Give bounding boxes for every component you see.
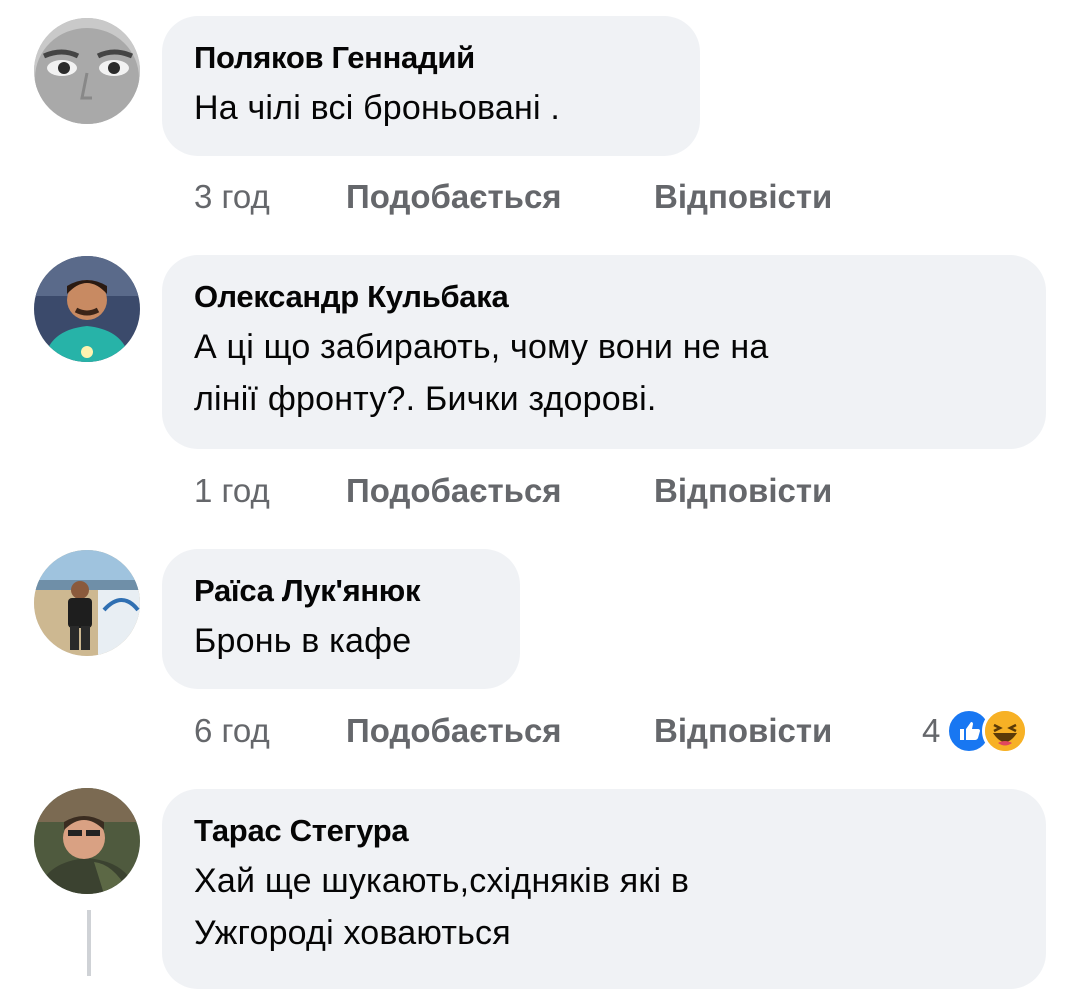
avatar-image (34, 550, 140, 656)
comment-author[interactable]: Тарас Стегура (194, 811, 1012, 851)
avatar-image (34, 18, 140, 124)
comment-text-line: Ужгороді ховаються (194, 914, 511, 952)
comment-text: А ці що забирають, чому вони не на лінії… (194, 321, 1012, 425)
comment-actions: 1 год Подобається Відповісти (194, 466, 832, 516)
reply-button[interactable]: Відповісти (654, 178, 832, 216)
avatar-image (34, 256, 140, 362)
comment-bubble: Поляков Геннадий На чілі всі броньовані … (162, 16, 700, 156)
comment-actions: 6 год Подобається Відповісти (194, 706, 832, 756)
comment-text: Хай ще шукають,східняків які в Ужгороді … (194, 855, 1012, 959)
comment-bubble: Олександр Кульбака А ці що забирають, чо… (162, 255, 1046, 449)
comment-bubble: Раїса Лук'янюк Бронь в кафе (162, 549, 520, 689)
avatar-image (34, 788, 140, 894)
avatar[interactable] (34, 256, 140, 362)
reaction-summary[interactable]: 4 (922, 706, 1029, 756)
comment-actions: 3 год Подобається Відповісти (194, 172, 832, 222)
avatar[interactable] (34, 788, 140, 894)
comment-author[interactable]: Олександр Кульбака (194, 277, 1012, 317)
reply-thread-line (87, 910, 91, 976)
comment-text: На чілі всі броньовані . (194, 89, 561, 127)
reply-button[interactable]: Відповісти (654, 712, 832, 750)
comment-text-line: лінії фронту?. Бички здорові. (194, 380, 657, 418)
comment-bubble: Тарас Стегура Хай ще шукають,східняків я… (162, 789, 1046, 989)
like-button[interactable]: Подобається (346, 712, 654, 750)
avatar[interactable] (34, 18, 140, 124)
like-button[interactable]: Подобається (346, 472, 654, 510)
comment-time[interactable]: 1 год (194, 472, 346, 510)
like-button[interactable]: Подобається (346, 178, 654, 216)
comment-time[interactable]: 3 год (194, 178, 346, 216)
haha-icon (982, 708, 1029, 754)
reaction-count: 4 (922, 712, 941, 749)
comment-text-line: Хай ще шукають,східняків які в (194, 862, 690, 900)
comment-text: Бронь в кафе (194, 622, 412, 660)
comment-author[interactable]: Поляков Геннадий (194, 38, 666, 78)
avatar[interactable] (34, 550, 140, 656)
comment-author[interactable]: Раїса Лук'янюк (194, 571, 486, 611)
reply-button[interactable]: Відповісти (654, 472, 832, 510)
comment-text-line: А ці що забирають, чому вони не на (194, 328, 769, 366)
comment-time[interactable]: 6 год (194, 712, 346, 750)
